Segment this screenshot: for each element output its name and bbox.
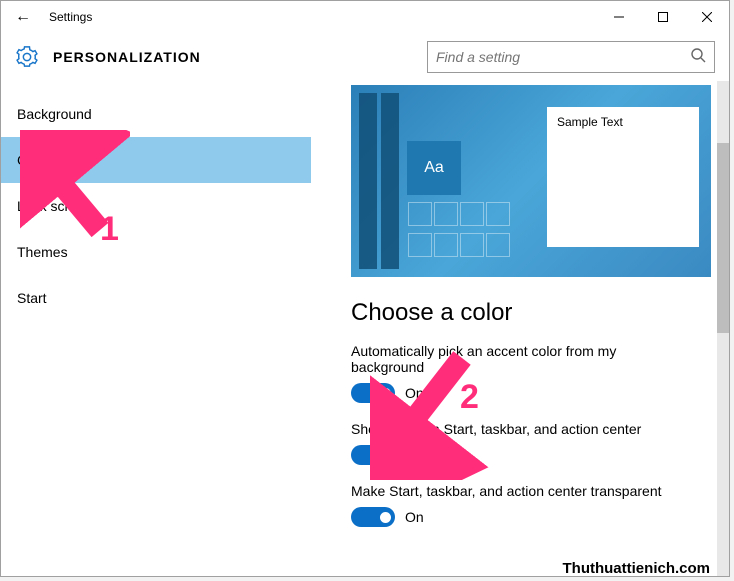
preview-tiles: Aa <box>359 93 519 269</box>
toggle-row-auto-accent: On <box>351 383 717 403</box>
preview-tile-aa: Aa <box>407 141 461 195</box>
body: Background Colors Lock screen Themes Sta… <box>1 81 729 576</box>
sample-text-box: Sample Text <box>547 107 699 247</box>
sidebar: Background Colors Lock screen Themes Sta… <box>1 81 311 576</box>
toggle-show-color[interactable] <box>351 445 395 465</box>
toggle-state-label: On <box>405 385 424 401</box>
sidebar-item-label: Background <box>17 106 92 122</box>
maximize-button[interactable] <box>641 1 685 33</box>
page-title: PERSONALIZATION <box>53 49 427 65</box>
window-title: Settings <box>45 10 597 24</box>
close-icon <box>702 12 712 22</box>
search-box[interactable] <box>427 41 715 73</box>
sidebar-item-themes[interactable]: Themes <box>1 229 311 275</box>
sidebar-item-lock-screen[interactable]: Lock screen <box>1 183 311 229</box>
scrollbar-thumb[interactable] <box>717 143 729 333</box>
setting-label-auto-accent: Automatically pick an accent color from … <box>351 343 691 375</box>
content-area: Aa Sample Text Choose a color Automatica… <box>311 81 729 576</box>
sidebar-item-label: Start <box>17 290 47 306</box>
setting-label-transparent: Make Start, taskbar, and action center t… <box>351 483 691 499</box>
gear-icon <box>15 45 39 69</box>
header: PERSONALIZATION <box>1 33 729 81</box>
section-title: Choose a color <box>351 299 717 327</box>
setting-label-show-color: Show color on Start, taskbar, and action… <box>351 421 691 437</box>
search-icon[interactable] <box>690 47 706 68</box>
watermark: Thuthuattienich.com <box>563 560 711 577</box>
minimize-icon <box>614 12 624 22</box>
toggle-auto-accent[interactable] <box>351 383 395 403</box>
toggle-transparent[interactable] <box>351 507 395 527</box>
sidebar-item-colors[interactable]: Colors <box>1 137 311 183</box>
toggle-row-show-color: On <box>351 445 717 465</box>
minimize-button[interactable] <box>597 1 641 33</box>
window-controls <box>597 1 729 33</box>
back-arrow-icon: ← <box>15 8 31 26</box>
toggle-row-transparent: On <box>351 507 717 527</box>
titlebar: ← Settings <box>1 1 729 33</box>
vertical-scrollbar[interactable] <box>717 81 729 576</box>
search-input[interactable] <box>436 49 690 65</box>
sidebar-item-label: Themes <box>17 244 68 260</box>
sidebar-item-label: Lock screen <box>17 198 92 214</box>
sample-text-label: Sample Text <box>557 115 623 129</box>
sidebar-item-start[interactable]: Start <box>1 275 311 321</box>
maximize-icon <box>658 12 668 22</box>
sidebar-item-background[interactable]: Background <box>1 91 311 137</box>
close-button[interactable] <box>685 1 729 33</box>
settings-window: ← Settings PERSONALIZATION <box>0 0 730 577</box>
back-button[interactable]: ← <box>1 1 45 33</box>
toggle-state-label: On <box>405 509 424 525</box>
sidebar-item-label: Colors <box>17 152 57 168</box>
toggle-state-label: On <box>405 447 424 463</box>
color-preview: Aa Sample Text <box>351 85 711 277</box>
